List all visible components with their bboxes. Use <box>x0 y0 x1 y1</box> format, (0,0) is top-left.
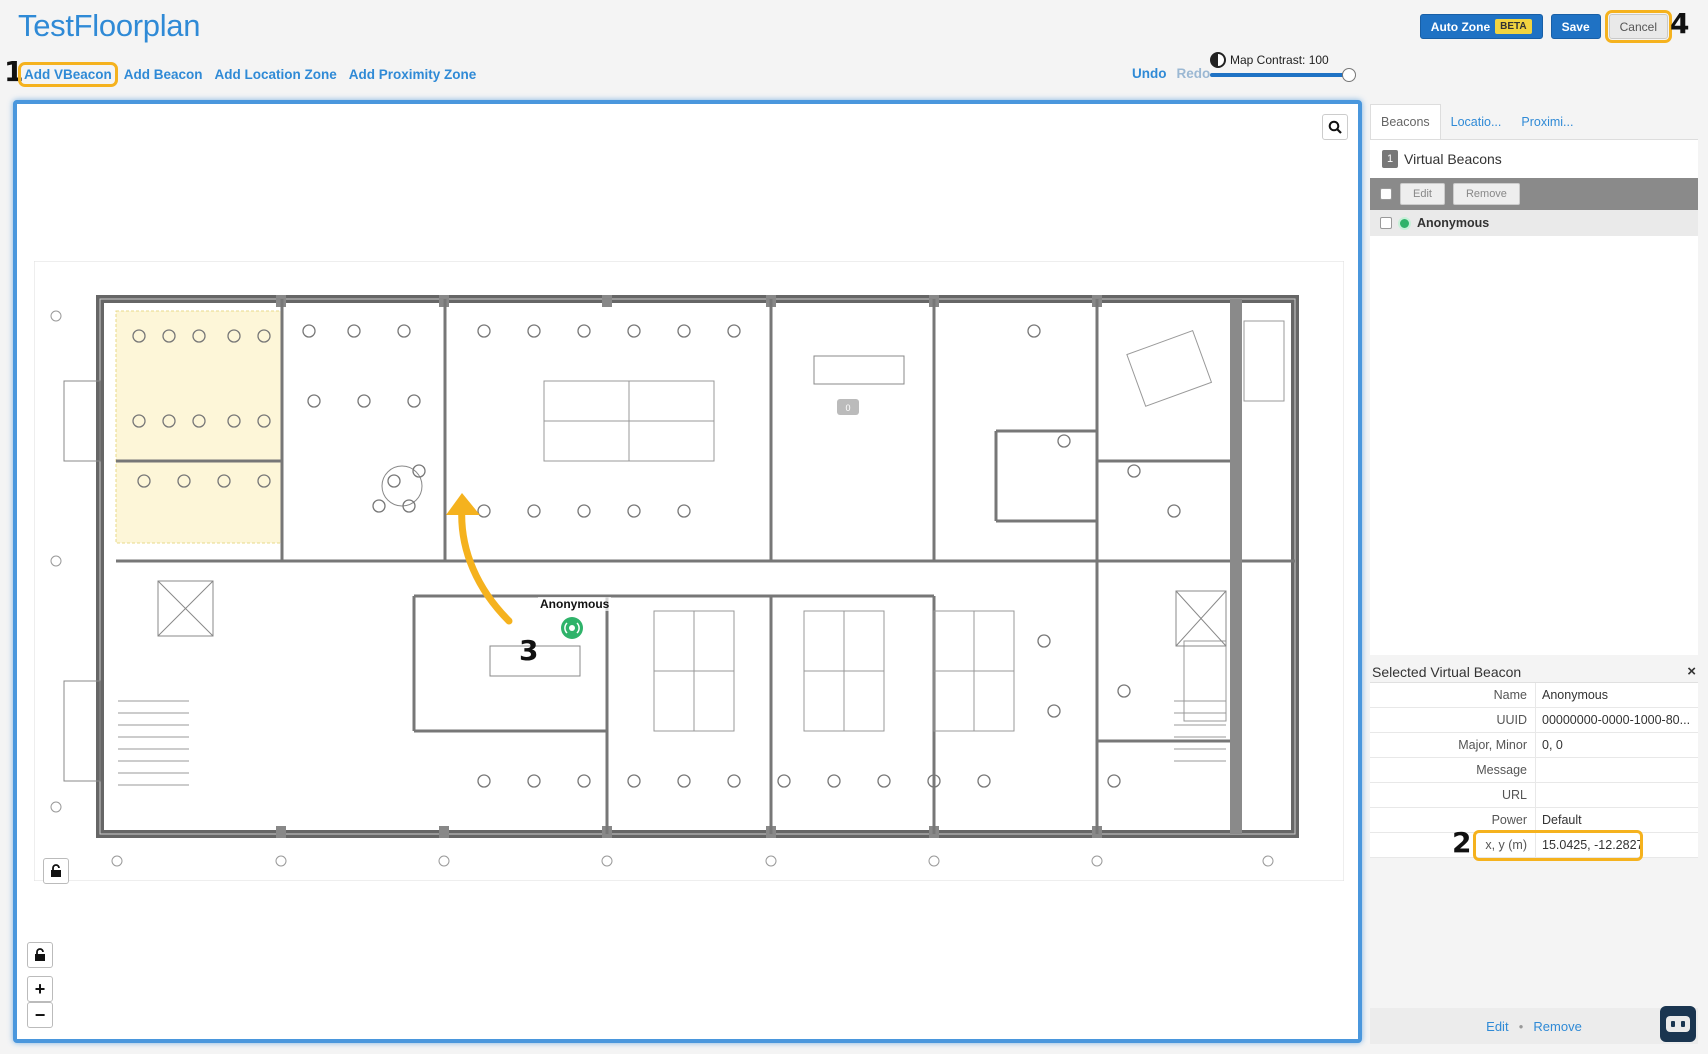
table-row: Power Default <box>1370 808 1698 833</box>
select-all-checkbox[interactable] <box>1380 188 1392 200</box>
chat-bot-icon <box>1666 1016 1690 1032</box>
zoom-in-button[interactable]: + <box>27 976 53 1002</box>
floorplan-map[interactable]: 0 Anonymous 3 + − <box>13 100 1362 1043</box>
panel-tabs: Beacons Locatio... Proximi... <box>1370 102 1698 140</box>
detail-value: Anonymous <box>1542 688 1609 702</box>
separator-dot: ● <box>1518 1021 1524 1031</box>
unlock-icon <box>51 864 61 877</box>
top-action-buttons: Auto Zone BETA Save Cancel <box>1419 10 1673 43</box>
step-marker-3: 3 <box>519 634 539 667</box>
virtual-beacons-list: 1 Virtual Beacons Edit Remove Anonymous <box>1370 140 1698 655</box>
page-title: TestFloorplan <box>18 8 201 43</box>
redo-button[interactable]: Redo <box>1177 66 1211 81</box>
chat-bot-button[interactable] <box>1660 1006 1696 1042</box>
map-contrast-control: Map Contrast: 100 <box>1210 52 1360 82</box>
list-item[interactable]: Anonymous <box>1370 210 1698 236</box>
beacon-row-checkbox[interactable] <box>1380 217 1392 229</box>
tab-beacons[interactable]: Beacons <box>1370 104 1441 139</box>
selected-beacon-header: Selected Virtual Beacon × <box>1370 655 1698 682</box>
floorplan-lock-button[interactable] <box>43 858 69 884</box>
remove-beacons-button[interactable]: Remove <box>1452 183 1520 205</box>
beacon-row-name: Anonymous <box>1417 216 1490 230</box>
close-icon[interactable]: × <box>1687 663 1696 680</box>
detail-key: UUID <box>1370 708 1536 732</box>
add-links-bar: Add VBeacon Add Beacon Add Location Zone… <box>18 62 479 87</box>
detail-key: Name <box>1370 683 1536 707</box>
map-contrast-slider-handle[interactable] <box>1342 68 1356 82</box>
table-row: URL <box>1370 783 1698 808</box>
add-beacon-link[interactable]: Add Beacon <box>122 66 205 83</box>
coordinates-highlight <box>1473 830 1643 861</box>
tab-location-zones[interactable]: Locatio... <box>1441 105 1512 139</box>
edit-beacons-button[interactable]: Edit <box>1400 183 1445 205</box>
beacon-detail-table: Name Anonymous UUID 00000000-0000-1000-8… <box>1370 682 1698 861</box>
table-row: x, y (m) 15.0425, -12.2827 <box>1370 830 1698 861</box>
contrast-icon <box>1210 52 1226 68</box>
detail-key: Major, Minor <box>1370 733 1536 757</box>
detail-value: Default <box>1542 813 1582 827</box>
detail-value: 0, 0 <box>1542 738 1563 752</box>
edit-selected-beacon-link[interactable]: Edit <box>1486 1019 1508 1034</box>
table-row: Major, Minor 0, 0 <box>1370 733 1698 758</box>
virtual-beacons-title: Virtual Beacons <box>1404 151 1502 167</box>
add-vbeacon-link[interactable]: Add VBeacon <box>18 62 118 87</box>
zoom-out-button[interactable]: − <box>27 1002 53 1028</box>
list-action-bar: Edit Remove <box>1370 178 1698 210</box>
table-row: Message <box>1370 758 1698 783</box>
search-icon <box>1328 120 1342 134</box>
tab-proximity-zones[interactable]: Proximi... <box>1511 105 1583 139</box>
map-contrast-slider[interactable] <box>1210 68 1356 82</box>
step-marker-4: 4 <box>1670 7 1690 40</box>
map-search-button[interactable] <box>1322 114 1348 140</box>
undo-button[interactable]: Undo <box>1132 66 1167 81</box>
undo-redo-controls: Undo Redo <box>1132 66 1210 81</box>
detail-key: URL <box>1370 783 1536 807</box>
floorplan-image: 0 <box>34 261 1344 881</box>
beacon-icon[interactable] <box>560 616 584 640</box>
detail-key: Message <box>1370 758 1536 782</box>
auto-zone-button[interactable]: Auto Zone BETA <box>1419 14 1543 39</box>
room-count-badge: 0 <box>845 403 850 413</box>
right-panel: Beacons Locatio... Proximi... 1 Virtual … <box>1370 102 1698 1044</box>
beacon-map-label: Anonymous <box>538 597 612 611</box>
table-row: Name Anonymous <box>1370 683 1698 708</box>
map-lock-button[interactable] <box>27 942 53 968</box>
cancel-button[interactable]: Cancel <box>1604 10 1673 43</box>
zoom-in-icon: + <box>34 978 46 999</box>
detail-footer: Edit ● Remove <box>1370 1006 1698 1044</box>
add-location-zone-link[interactable]: Add Location Zone <box>213 66 339 83</box>
step-marker-1: 1 <box>4 55 24 88</box>
selected-beacon-title: Selected Virtual Beacon <box>1372 663 1522 680</box>
beacon-count-badge: 1 <box>1382 150 1398 168</box>
map-contrast-label: Map Contrast: 100 <box>1230 53 1329 67</box>
table-row: UUID 00000000-0000-1000-80... <box>1370 708 1698 733</box>
beacon-icon <box>1398 216 1411 230</box>
beta-badge: BETA <box>1495 19 1532 34</box>
unlock-icon <box>35 948 45 961</box>
zoom-out-icon: − <box>34 1004 46 1025</box>
save-button[interactable]: Save <box>1550 14 1601 39</box>
step-marker-2: 2 <box>1452 826 1472 859</box>
add-proximity-zone-link[interactable]: Add Proximity Zone <box>347 66 479 83</box>
detail-value: 00000000-0000-1000-80... <box>1542 713 1691 727</box>
remove-selected-beacon-link[interactable]: Remove <box>1533 1019 1581 1034</box>
auto-zone-label: Auto Zone <box>1430 19 1491 34</box>
